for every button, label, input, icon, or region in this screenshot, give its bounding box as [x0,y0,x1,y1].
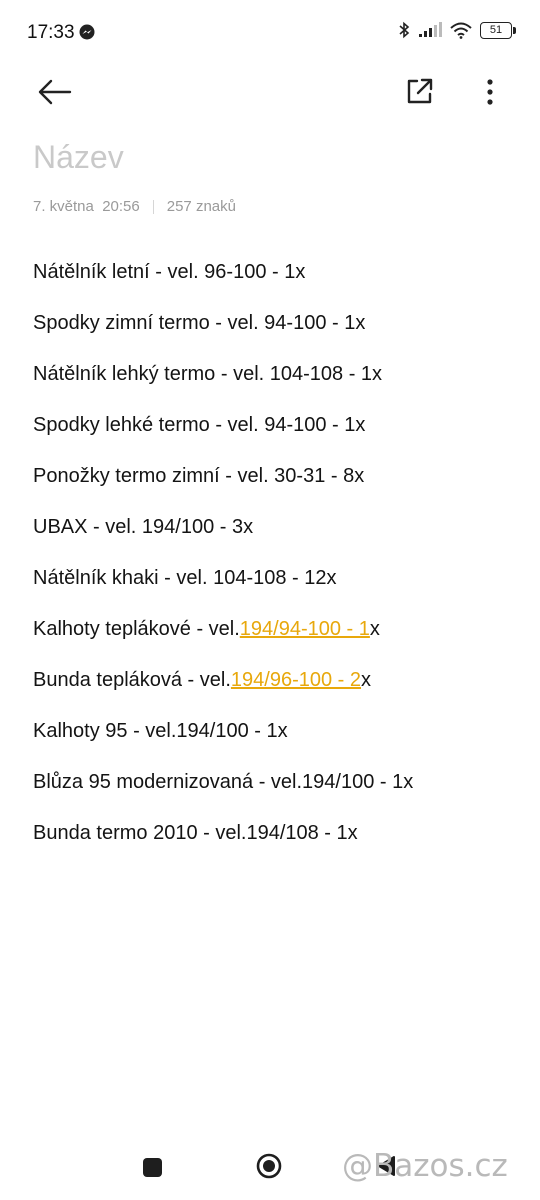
note-line: Nátělník khaki - vel. 104-108 - 12x [33,567,337,589]
signal-icon [419,22,442,37]
note-meta: 7. května 20:56 257 znaků [33,198,236,215]
note-line: Spodky zimní termo - vel. 94-100 - 1x [33,312,366,334]
status-icons: 51 [398,21,516,39]
note-line: Ponožky termo zimní - vel. 30-31 - 8x [33,465,365,487]
system-nav-bar: @Bazos.cz [0,1140,540,1200]
line-text: x [369,618,380,640]
share-icon[interactable] [400,72,438,110]
note-line: Kalhoty 95 - vel.194/100 - 1x [33,720,288,742]
line-text: Bunda tepláková - vel. [33,669,231,691]
note-toolbar [0,66,540,116]
note-line: Bunda tepláková - vel.194/96-100 - 2x [33,662,523,713]
note-line: Nátělník letní - vel. 96-100 - 1x [33,261,306,283]
battery-icon: 51 [480,21,516,39]
note-line: Blůza 95 modernizovaná - vel.194/100 - 1… [33,771,414,793]
back-arrow-icon[interactable] [34,74,74,110]
note-date: 7. května 20:56 [33,198,140,215]
note-char-count: 257 znaků [166,198,236,215]
wifi-icon [450,22,472,39]
home-circle-icon[interactable] [256,1153,282,1179]
line-text: x [361,669,372,691]
note-line: Spodky lehké termo - vel. 94-100 - 1x [33,414,366,436]
watermark: @Bazos.cz [342,1148,508,1184]
note-line: Kalhoty teplákové - vel.194/94-100 - 1x [33,611,523,662]
more-vertical-icon[interactable] [475,72,505,110]
status-bar: 17:33 51 [0,0,540,66]
recents-square-icon[interactable] [143,1158,162,1177]
status-time: 17:33 [27,22,75,43]
note-line: Bunda termo 2010 - vel.194/108 - 1x [33,822,358,844]
note-title[interactable]: Název [33,139,124,176]
size-link[interactable]: 194/94-100 - 1 [240,618,370,640]
line-text: Kalhoty teplákové - vel. [33,618,240,640]
bluetooth-icon [399,21,410,39]
size-link[interactable]: 194/96-100 - 2 [231,669,361,691]
note-body[interactable]: Nátělník letní - vel. 96-100 - 1x Spodky… [33,254,523,866]
note-line: Nátělník lehký termo - vel. 104-108 - 1x [33,363,383,385]
meta-separator [152,199,154,214]
messenger-icon [79,24,95,40]
note-line: UBAX - vel. 194/100 - 3x [33,516,254,538]
